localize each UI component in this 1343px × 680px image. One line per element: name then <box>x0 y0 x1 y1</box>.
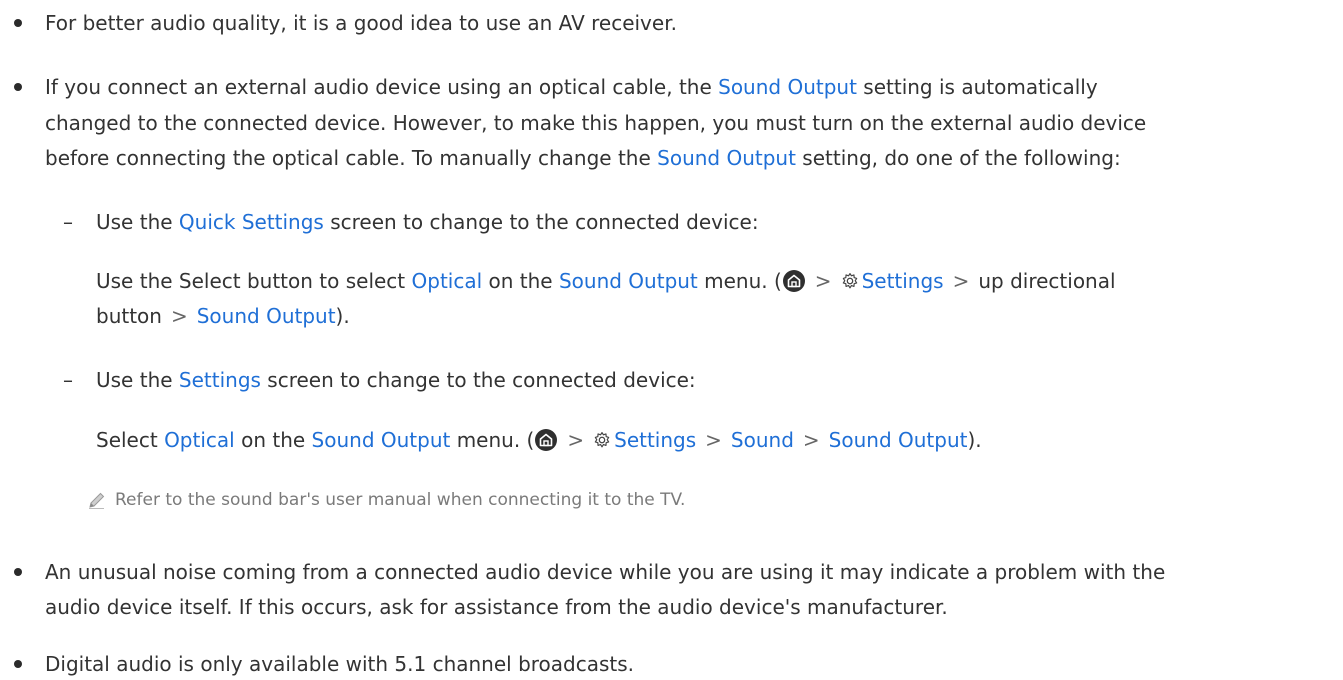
text-segment: screen to change to the connected device… <box>260 368 696 392</box>
quick-settings-link[interactable]: Quick Settings <box>179 210 324 234</box>
text-segment: screen to change to the connected device… <box>323 210 759 234</box>
gear-icon <box>842 273 857 289</box>
bullet-text-line: An unusual noise coming from a connected… <box>45 560 1166 584</box>
text-segment: on the <box>482 269 559 293</box>
optical-link[interactable]: Optical <box>412 269 483 293</box>
bullet-text: Digital audio is only available with 5.1… <box>45 652 635 676</box>
bullet-text-line: audio device itself. If this occurs, ask… <box>45 595 948 619</box>
sub-item-detail: Select Optical on the Sound Output menu.… <box>96 428 982 452</box>
pencil-icon <box>89 492 105 509</box>
sub-item-intro: Use the Settings screen to change to the… <box>96 368 696 392</box>
sub-item-intro: Use the Quick Settings screen to change … <box>96 210 759 234</box>
sub-item-detail: Use the Select button to select Optical … <box>96 269 1116 293</box>
chevron-right-icon: > <box>567 428 585 452</box>
settings-link[interactable]: Settings <box>862 269 944 293</box>
settings-link[interactable]: Settings <box>179 368 261 392</box>
sound-output-link[interactable]: Sound Output <box>312 428 451 452</box>
text-segment: on the <box>234 428 312 452</box>
note-text: Refer to the sound bar's user manual whe… <box>115 490 686 510</box>
sound-link[interactable]: Sound <box>731 428 794 452</box>
bullet-dot <box>14 660 22 668</box>
sound-output-link[interactable]: Sound Output <box>829 428 968 452</box>
chevron-right-icon: > <box>170 304 188 328</box>
chevron-right-icon: > <box>952 269 970 293</box>
home-icon <box>782 270 805 292</box>
bullet-text-line: If you connect an external audio device … <box>45 75 1098 99</box>
text-segment: menu. ( <box>450 428 535 452</box>
text-segment: ). <box>335 304 350 328</box>
gear-icon <box>594 432 610 448</box>
bullet-text-line: changed to the connected device. However… <box>45 111 1147 135</box>
text-segment: before connecting the optical cable. To … <box>45 146 658 170</box>
text-segment: Use the <box>96 210 179 234</box>
sub-item-detail: button > Sound Output). <box>96 304 350 328</box>
bullet-text-line: before connecting the optical cable. To … <box>45 146 1121 170</box>
settings-link[interactable]: Settings <box>614 428 696 452</box>
home-icon <box>535 429 558 451</box>
optical-link[interactable]: Optical <box>164 428 235 452</box>
sound-output-link[interactable]: Sound Output <box>718 75 857 99</box>
bullet-dot <box>14 568 22 576</box>
text-segment: setting is automatically <box>856 75 1098 99</box>
sound-output-link[interactable]: Sound Output <box>657 146 796 170</box>
text-segment: menu. ( <box>697 269 782 293</box>
bullet-dot <box>14 19 22 27</box>
sound-output-link[interactable]: Sound Output <box>559 269 698 293</box>
text-segment: Use the Select button to select <box>96 269 412 293</box>
text-segment: setting, do one of the following: <box>795 146 1121 170</box>
text-segment: ). <box>967 428 982 452</box>
chevron-right-icon: > <box>814 269 832 293</box>
text-segment: If you connect an external audio device … <box>45 75 719 99</box>
text-segment: Use the <box>96 368 179 392</box>
text-segment: button <box>96 304 162 328</box>
bullet-text: For better audio quality, it is a good i… <box>45 11 677 35</box>
sound-output-link[interactable]: Sound Output <box>197 304 336 328</box>
dash-marker: – <box>63 210 73 234</box>
text-segment: Select <box>96 428 165 452</box>
text-segment: up directional <box>978 269 1116 293</box>
dash-marker: – <box>63 368 73 392</box>
chevron-right-icon: > <box>802 428 820 452</box>
bullet-dot <box>14 83 22 91</box>
chevron-right-icon: > <box>705 428 722 452</box>
